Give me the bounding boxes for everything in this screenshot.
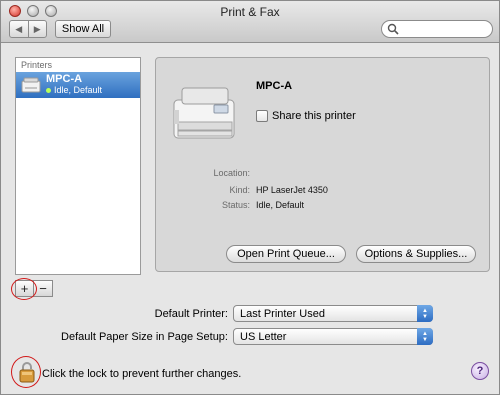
- help-button[interactable]: ?: [471, 362, 489, 380]
- lock-message: Click the lock to prevent further change…: [42, 368, 242, 380]
- printer-list-item-status-text: Idle, Default: [54, 85, 103, 95]
- back-forward-buttons: ◀ ▶: [9, 20, 47, 38]
- search-field[interactable]: [381, 20, 493, 38]
- printer-details-panel: MPC-A Share this printer Location: Kind:…: [155, 57, 490, 272]
- printer-list-item-name: MPC-A: [46, 73, 83, 85]
- printer-list-item[interactable]: MPC-A Idle, Default: [16, 72, 140, 98]
- open-print-queue-button[interactable]: Open Print Queue...: [226, 245, 346, 263]
- popup-arrows-icon: ▲ ▼: [417, 305, 433, 322]
- kind-label: Kind:: [229, 185, 250, 195]
- title-bar: Print & Fax ◀ ▶ Show All: [1, 1, 499, 43]
- printer-list-item-status: Idle, Default: [46, 85, 102, 96]
- annotation-circle-lock: [11, 356, 41, 388]
- print-fax-window: Print & Fax ◀ ▶ Show All Printers MPC-A …: [0, 0, 500, 395]
- default-printer-value: Last Printer Used: [240, 307, 325, 320]
- window-title: Print & Fax: [220, 5, 280, 19]
- printers-list: Printers MPC-A Idle, Default: [15, 57, 141, 275]
- share-printer-option[interactable]: Share this printer: [256, 110, 356, 122]
- chevron-left-icon: ◀: [15, 23, 23, 34]
- default-printer-select[interactable]: Last Printer Used ▲ ▼: [233, 305, 433, 322]
- share-printer-checkbox[interactable]: [256, 110, 268, 122]
- paper-size-value: US Letter: [240, 330, 287, 343]
- paper-size-select[interactable]: US Letter ▲ ▼: [233, 328, 433, 345]
- paper-size-label: Default Paper Size in Page Setup:: [61, 331, 228, 343]
- options-supplies-button[interactable]: Options & Supplies...: [356, 245, 476, 263]
- status-value: Idle, Default: [256, 200, 305, 210]
- status-dot-icon: [46, 88, 51, 93]
- printer-icon: [21, 77, 41, 93]
- back-button[interactable]: ◀: [10, 21, 28, 37]
- kind-row: Kind: HP LaserJet 4350: [196, 185, 476, 195]
- search-icon: [387, 23, 399, 35]
- printers-list-header: Printers: [21, 60, 53, 70]
- popup-arrows-icon: ▲ ▼: [417, 328, 433, 345]
- laser-printer-icon: [173, 87, 235, 139]
- location-row: Location:: [196, 168, 476, 178]
- forward-button[interactable]: ▶: [27, 21, 47, 37]
- kind-value: HP LaserJet 4350: [256, 185, 328, 195]
- annotation-circle-add: [11, 278, 37, 300]
- chevron-right-icon: ▶: [33, 23, 41, 34]
- show-all-button[interactable]: Show All: [55, 20, 111, 38]
- status-row: Status: Idle, Default: [196, 200, 476, 210]
- location-label: Location:: [213, 168, 250, 178]
- share-printer-label: Share this printer: [272, 110, 356, 122]
- status-label: Status:: [221, 200, 250, 210]
- default-printer-label: Default Printer:: [154, 308, 228, 320]
- printer-name: MPC-A: [256, 80, 293, 92]
